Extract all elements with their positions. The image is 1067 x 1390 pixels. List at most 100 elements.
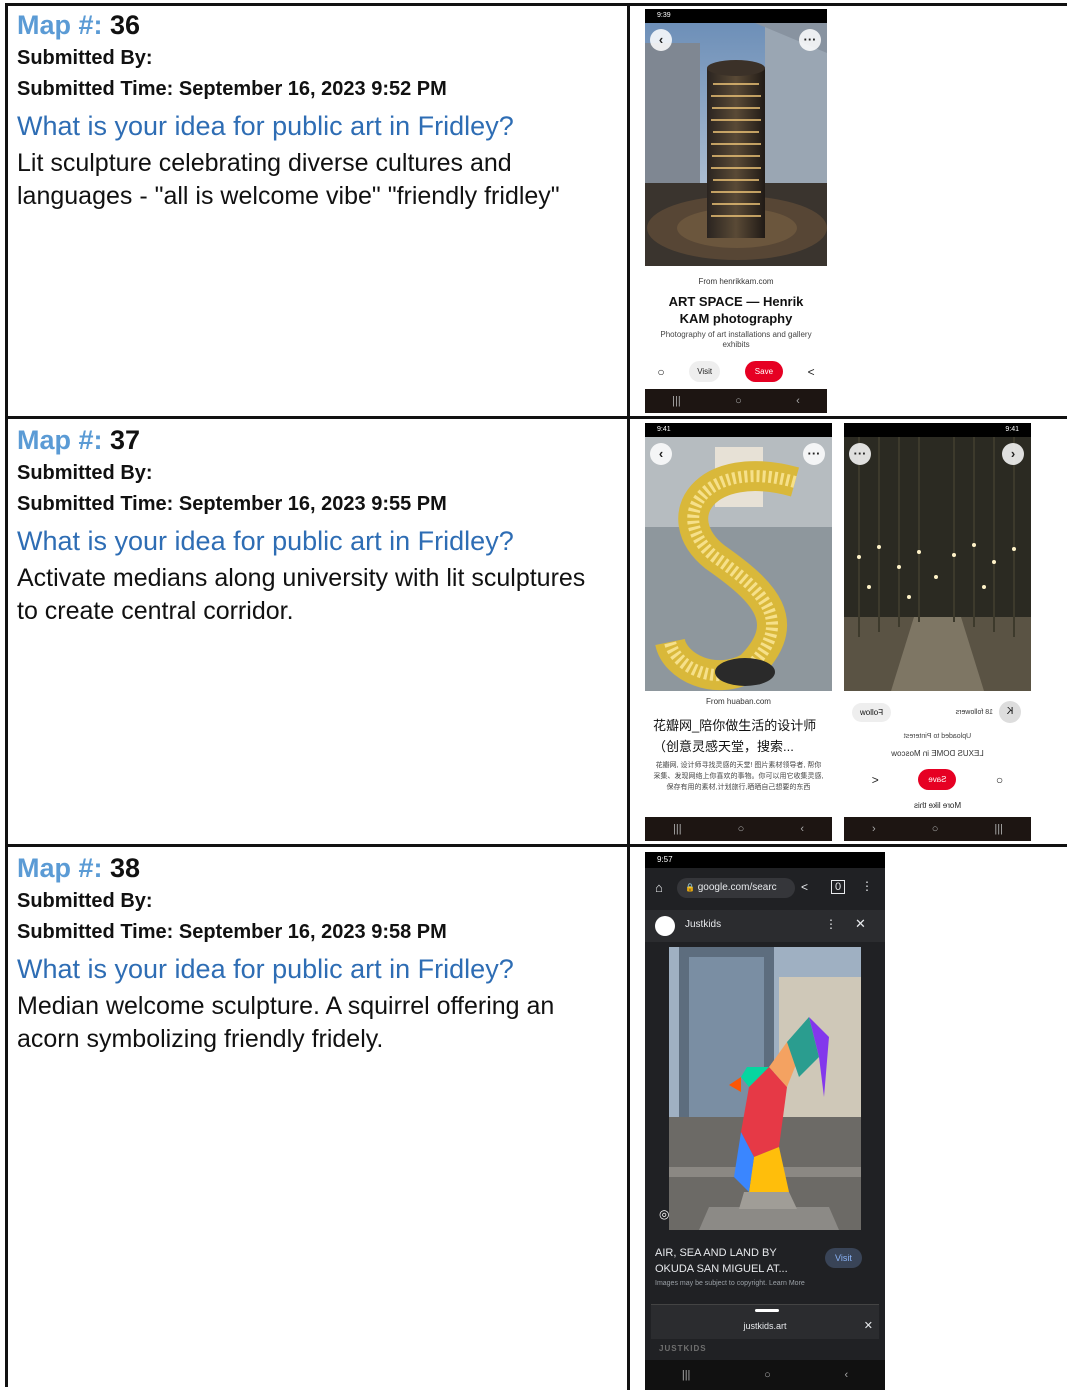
map-value: 36 [110,10,141,40]
pin-title: ART SPACE — Henrik KAM photography [668,294,804,326]
menu-icon[interactable]: ⋮ [861,879,873,893]
map-value: 38 [110,853,141,883]
phone-screenshot-mirrored: 9:41 ··· › K 18 followers Follow Uploade… [844,423,1031,841]
avatar: K [999,701,1021,723]
submitted-by: Submitted By: [17,47,153,69]
site-logo [655,916,675,936]
sculpture-photo [645,23,827,266]
android-nav-bar: › ○ ||| [844,817,1031,841]
pin-actions: ○ Visit Save < [645,361,827,382]
entry-image-cell: 9:41 ‹ ··· From huaban.com 花瓣网_陪你做生活的设计师… [630,419,1067,844]
submitted-time: Submitted Time: September 16, 2023 9:55 … [17,493,447,515]
more-options-icon[interactable]: ⋮ [825,917,837,931]
recent-apps-icon[interactable]: ||| [673,823,682,835]
phone-screenshot: 9:41 ‹ ··· From huaban.com 花瓣网_陪你做生活的设计师… [645,423,832,841]
forward-icon[interactable]: › [1002,443,1024,465]
answer: Activate medians along university with l… [17,564,586,625]
submissions-table: Map #: 36 Submitted By: Submitted Time: … [5,3,1067,1390]
share-icon[interactable]: < [801,880,808,894]
phone-screenshot: 9:57 ⌂ 🔒 google.com/searc < 0 ⋮ Justkids… [645,852,885,1390]
recent-apps-icon[interactable]: ||| [994,823,1003,835]
pin-source[interactable]: From henrikkam.com [645,277,827,286]
close-preview-icon[interactable]: ✕ [864,1319,873,1332]
entry-text-cell: Map #: 37 Submitted By: Submitted Time: … [8,419,630,844]
entry-row-36: Map #: 36 Submitted By: Submitted Time: … [8,6,1067,419]
pin-source[interactable]: From huaban.com [645,697,832,706]
location-label: LEXUS DOME in Moscow [891,749,984,758]
status-bar: 9:57 [645,852,885,868]
image-caption[interactable]: AIR, SEA AND LAND BY OKUDA SAN MIGUEL AT… [655,1245,815,1277]
visit-button[interactable]: Visit [689,361,721,382]
comment-icon[interactable]: ○ [657,365,664,379]
pin-description: Photography of art installations and gal… [660,330,812,349]
submitted-time: Submitted Time: September 16, 2023 9:58 … [17,921,447,943]
pin-description: 花瓣网, 设计师寻找灵感的天堂! 图片素材领导者, 帮你采集、发现网络上你喜欢的… [653,762,824,791]
back-icon[interactable]: ‹ [650,29,672,51]
visit-button[interactable]: Visit [825,1248,862,1268]
entry-image-cell: 9:57 ⌂ 🔒 google.com/searc < 0 ⋮ Justkids… [630,847,1067,1390]
letter-s-sculpture-photo [645,437,832,691]
phone-screenshot: 9:39 ‹ ··· From henrikkam.com ART SPACE … [645,9,827,413]
home-icon[interactable]: ○ [764,1369,771,1381]
entry-text-cell: Map #: 36 Submitted By: Submitted Time: … [8,6,630,416]
more-icon[interactable]: ··· [849,443,871,465]
more-icon[interactable]: ··· [803,443,825,465]
submitted-by: Submitted By: [17,890,153,912]
answer: Median welcome sculpture. A squirrel off… [17,992,555,1053]
home-icon[interactable]: ⌂ [655,880,663,895]
back-nav-icon[interactable]: ‹ [796,395,800,407]
save-button[interactable]: Save [918,769,957,790]
save-button[interactable]: Save [744,361,784,382]
back-nav-icon[interactable]: › [872,823,876,835]
close-icon[interactable]: ✕ [855,916,866,932]
home-icon[interactable]: ○ [735,395,742,407]
back-nav-icon[interactable]: ‹ [844,1369,848,1381]
lens-icon[interactable]: ◎ [659,1207,669,1221]
followers-count: 18 followers [955,709,993,716]
pin-actions: ○ Save < [852,769,1023,790]
url-text: google.com/searc [697,882,777,893]
map-number: Map #: 36 [17,10,140,41]
submitted-time: Submitted Time: September 16, 2023 9:52 … [17,78,447,100]
tabs-icon[interactable]: 0 [831,880,846,894]
entry-row-37: Map #: 37 Submitted By: Submitted Time: … [8,419,1067,847]
image-viewer-header: Justkids ⋮ ✕ [645,910,885,942]
entry-row-38: Map #: 38 Submitted By: Submitted Time: … [8,847,1067,1390]
recent-apps-icon[interactable]: ||| [672,395,681,407]
android-nav-bar: ||| ○ ‹ [645,1360,885,1390]
browser-toolbar: ⌂ 🔒 google.com/searc < 0 ⋮ [645,868,885,910]
site-name: Justkids [685,919,722,930]
recent-apps-icon[interactable]: ||| [682,1369,691,1381]
mirrored-pin-details: K 18 followers Follow Uploaded to Pinter… [852,699,1023,824]
pin-title: 花瓣网_陪你做生活的设计师（创意灵感天堂，搜索... [653,718,817,754]
map-number: Map #: 38 [17,853,140,884]
map-value: 37 [110,425,141,455]
more-icon[interactable]: ··· [799,29,821,51]
back-icon[interactable]: ‹ [650,443,672,465]
drag-handle[interactable] [755,1309,779,1312]
url-bar[interactable]: 🔒 google.com/searc [677,878,795,898]
back-nav-icon[interactable]: ‹ [800,823,804,835]
map-number: Map #: 37 [17,425,140,456]
preview-domain: justkids.art [743,1321,787,1331]
map-label: Map #: [17,425,103,455]
comment-icon[interactable]: ○ [996,773,1003,787]
android-nav-bar: ||| ○ ‹ [645,817,832,841]
home-icon[interactable]: ○ [738,823,745,835]
share-icon[interactable]: < [808,365,815,379]
android-nav-bar: ||| ○ ‹ [645,389,827,413]
follow-button[interactable]: Follow [852,703,892,722]
home-icon[interactable]: ○ [932,823,939,835]
status-bar: 9:41 [645,423,832,437]
share-icon[interactable]: < [872,773,879,787]
squirrel-sculpture-photo [669,947,861,1230]
map-label: Map #: [17,10,103,40]
web-preview-bar[interactable]: justkids.art ✕ [651,1304,879,1339]
uploaded-label: Uploaded to Pinterest [903,733,972,740]
question: What is your idea for public art in Frid… [17,111,514,141]
entry-image-cell: 9:39 ‹ ··· From henrikkam.com ART SPACE … [630,6,1067,416]
question: What is your idea for public art in Frid… [17,526,514,556]
answer: Lit sculpture celebrating diverse cultur… [17,149,560,210]
preview-footer: JUSTKIDS [659,1344,707,1353]
status-bar: 9:41 [844,423,1031,437]
